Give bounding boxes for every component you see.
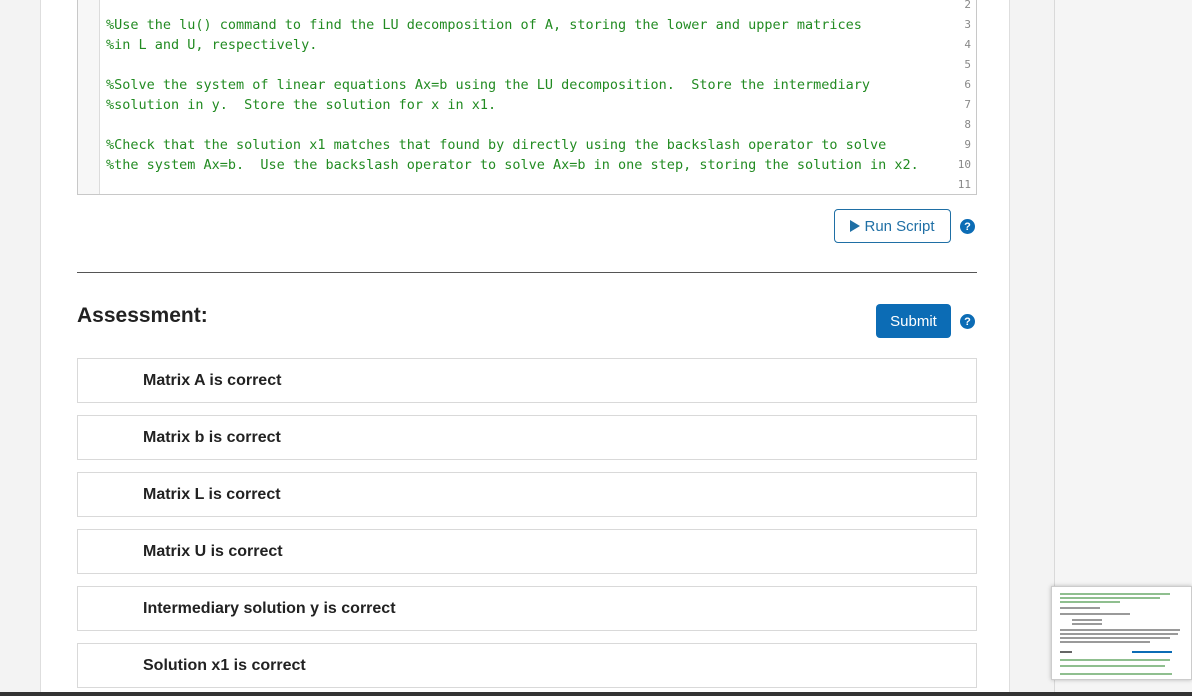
assessment-item: Intermediary solution y is correct (77, 586, 977, 631)
submit-button[interactable]: Submit (876, 304, 951, 338)
page-thumbnail-preview[interactable] (1051, 586, 1192, 680)
assessment-item: Matrix U is correct (77, 529, 977, 574)
assessment-item-label: Matrix U is correct (143, 543, 283, 560)
thumbnail-text-line (1060, 593, 1170, 595)
line-number: 9 (964, 138, 971, 151)
section-divider (77, 272, 977, 273)
code-line[interactable]: %solution in y. Store the solution for x… (106, 95, 496, 115)
thumbnail-text-line (1072, 619, 1102, 621)
thumbnail-text-line (1060, 633, 1178, 635)
thumbnail-text-line (1060, 629, 1180, 631)
assessment-item-label: Intermediary solution y is correct (143, 600, 396, 617)
code-line[interactable]: %Use the lu() command to find the LU dec… (106, 15, 862, 35)
line-number: 7 (964, 98, 971, 111)
line-number: 6 (964, 78, 971, 91)
line-number: 2 (964, 0, 971, 11)
assessment-item: Matrix b is correct (77, 415, 977, 460)
line-number-gutter (78, 0, 100, 194)
thumbnail-text-line (1132, 651, 1172, 653)
thumbnail-text-line (1060, 659, 1170, 661)
thumbnail-text-line (1060, 637, 1170, 639)
thumbnail-text-line (1060, 651, 1072, 653)
thumbnail-text-line (1060, 673, 1172, 675)
thumbnail-text-line (1060, 601, 1120, 603)
line-number: 8 (964, 118, 971, 131)
run-script-help-icon[interactable]: ? (960, 219, 975, 234)
code-editor[interactable]: 2 3 %Use the lu() command to find the LU… (77, 0, 977, 195)
code-line[interactable]: %in L and U, respectively. (106, 35, 317, 55)
assessment-item-label: Matrix A is correct (143, 372, 282, 389)
assessment-item-label: Matrix b is correct (143, 429, 281, 446)
line-number: 4 (964, 38, 971, 51)
assessment-item-label: Matrix L is correct (143, 486, 281, 503)
line-number: 5 (964, 58, 971, 71)
thumbnail-text-line (1072, 623, 1102, 625)
assessment-item: Matrix L is correct (77, 472, 977, 517)
submit-help-icon[interactable]: ? (960, 314, 975, 329)
run-script-button[interactable]: Run Script (834, 209, 951, 243)
thumbnail-text-line (1060, 607, 1100, 609)
assessment-item: Matrix A is correct (77, 358, 977, 403)
line-number: 10 (957, 158, 971, 171)
bottom-window-border (0, 692, 1192, 696)
code-line[interactable]: %the system Ax=b. Use the backslash oper… (106, 155, 919, 175)
thumbnail-text-line (1060, 613, 1130, 615)
code-line[interactable]: %Check that the solution x1 matches that… (106, 135, 886, 155)
thumbnail-text-line (1060, 641, 1150, 643)
assessment-item-label: Solution x1 is correct (143, 657, 306, 674)
code-line[interactable]: %Solve the system of linear equations Ax… (106, 75, 870, 95)
assessment-item: Solution x1 is correct (77, 643, 977, 688)
play-icon (850, 220, 861, 232)
thumbnail-text-line (1060, 597, 1160, 599)
thumbnail-text-line (1060, 665, 1165, 667)
run-script-label: Run Script (864, 217, 935, 235)
assessment-heading: Assessment: (77, 304, 208, 327)
line-number: 11 (957, 178, 971, 191)
line-number: 3 (964, 18, 971, 31)
